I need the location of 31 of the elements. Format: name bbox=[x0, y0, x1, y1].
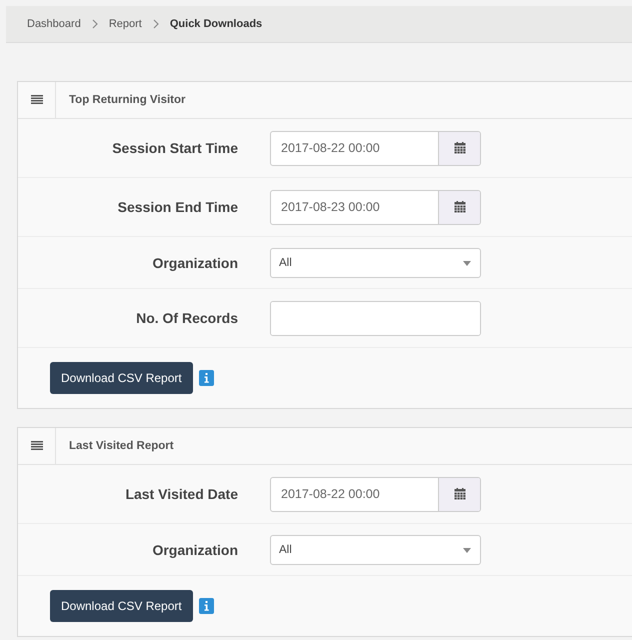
download-button[interactable]: Download CSV Report bbox=[50, 590, 193, 622]
input-field[interactable] bbox=[270, 300, 481, 336]
field-label: Organization bbox=[151, 254, 238, 270]
date-field[interactable]: 2017-08-23 00:00 bbox=[270, 190, 481, 224]
organization-select[interactable]: All bbox=[270, 248, 481, 278]
chevron-icon bbox=[152, 19, 160, 29]
field-label: Last Visited Date bbox=[124, 486, 238, 502]
date-field[interactable]: 2017-08-22 00:00 bbox=[270, 130, 481, 166]
breadcrumb-item[interactable]: Dashboard bbox=[27, 18, 81, 30]
calendar-icon bbox=[454, 201, 466, 213]
download-button[interactable]: Download CSV Report bbox=[50, 362, 193, 394]
calendar-icon bbox=[454, 142, 466, 154]
menu-icon[interactable] bbox=[30, 441, 42, 451]
info-icon[interactable] bbox=[198, 370, 214, 386]
calendar-icon bbox=[454, 488, 466, 500]
breadcrumb-item: Quick Downloads bbox=[170, 18, 262, 30]
panel-title: Top Returning Visitor bbox=[68, 94, 186, 106]
menu-icon[interactable] bbox=[30, 95, 42, 105]
calendar-button[interactable] bbox=[438, 132, 480, 164]
calendar-button[interactable] bbox=[438, 478, 480, 510]
date-field[interactable]: 2017-08-22 00:00 bbox=[270, 476, 481, 512]
panel-title: Last Visited Report bbox=[68, 440, 174, 452]
breadcrumb-item[interactable]: Report bbox=[108, 18, 142, 30]
info-icon[interactable] bbox=[198, 598, 214, 614]
organization-select[interactable]: All bbox=[270, 534, 481, 564]
field-label: Session End Time bbox=[116, 199, 238, 215]
field-label: Session Start Time bbox=[111, 140, 238, 156]
field-label: No. Of Records bbox=[135, 310, 238, 326]
calendar-button[interactable] bbox=[438, 190, 480, 224]
field-label: Organization bbox=[151, 542, 238, 558]
chevron-icon bbox=[90, 19, 99, 29]
